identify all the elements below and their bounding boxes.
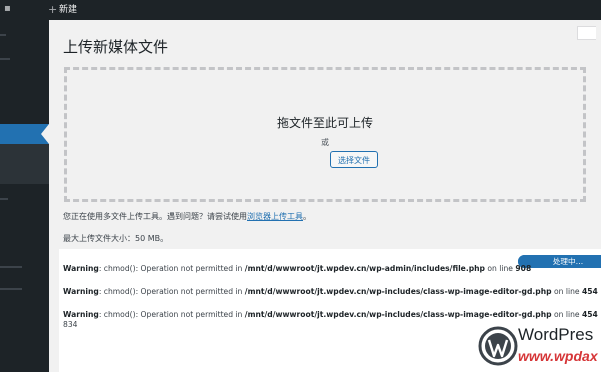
plus-icon[interactable]: +	[48, 3, 57, 16]
warning-line-number: 908	[515, 264, 532, 273]
drop-zone-text: 拖文件至此可上传	[276, 116, 373, 130]
warning-text: : chmod(): Operation not permitted in	[98, 264, 245, 273]
sidebar-item-fragment[interactable]	[0, 58, 10, 60]
sidebar-item-fragment[interactable]	[0, 266, 22, 268]
sidebar-submenu	[0, 144, 49, 184]
warning-label: Warning	[63, 287, 99, 296]
admin-bar: ▪ + 新建	[0, 0, 601, 20]
warning-on-line: on line	[484, 264, 516, 273]
warning-on-line: on line	[551, 287, 582, 296]
warning-path: /mnt/d/wwwroot/jt.wpdev.cn/wp-admin/incl…	[244, 264, 485, 273]
new-content-link[interactable]: 新建	[59, 4, 77, 16]
warning-message: Warning: chmod(): Operation not permitte…	[63, 287, 598, 296]
sidebar-item-fragment[interactable]	[0, 34, 6, 36]
page-title: 上传新媒体文件	[63, 38, 169, 56]
warning-text: : chmod(): Operation not permitted in	[98, 287, 245, 296]
watermark-url: www.wpdax	[518, 348, 598, 364]
site-watermark: WordPres www.wpdax	[474, 318, 601, 372]
sidebar-item-fragment[interactable]	[0, 198, 8, 200]
wordpress-admin-icon[interactable]: ▪	[4, 4, 14, 14]
warning-label: Warning	[63, 264, 99, 273]
active-indicator-arrow	[41, 124, 49, 144]
browser-uploader-link[interactable]: 浏览器上传工具	[247, 212, 303, 221]
max-upload-size: 最大上传文件大小：50 MB。	[63, 234, 169, 243]
select-files-button[interactable]: 选择文件	[330, 151, 378, 168]
notice-suffix: 。	[303, 212, 311, 221]
warning-line-number: 454	[581, 287, 598, 296]
admin-sidebar	[0, 20, 49, 372]
multi-uploader-notice: 您正在使用多文件上传工具。遇到问题？请尝试使用浏览器上传工具。	[63, 211, 311, 222]
warning-path: /mnt/d/wwwroot/jt.wpdev.cn/wp-includes/c…	[244, 287, 552, 296]
attachment-id: 834	[63, 320, 78, 329]
warning-text: : chmod(): Operation not permitted in	[98, 310, 245, 319]
notice-text: 您正在使用多文件上传工具。遇到问题？请尝试使用	[63, 212, 247, 221]
warning-message: Warning: chmod(): Operation not permitte…	[63, 264, 531, 273]
screen-options-tab[interactable]	[577, 26, 596, 40]
drop-zone[interactable]: 拖文件至此可上传 或 选择文件	[64, 67, 586, 202]
watermark-brand: WordPres	[518, 325, 594, 344]
wordpress-logo-icon	[478, 326, 518, 366]
sidebar-item-fragment[interactable]	[0, 288, 22, 290]
warning-label: Warning	[63, 310, 99, 319]
or-separator: 或	[321, 138, 329, 147]
